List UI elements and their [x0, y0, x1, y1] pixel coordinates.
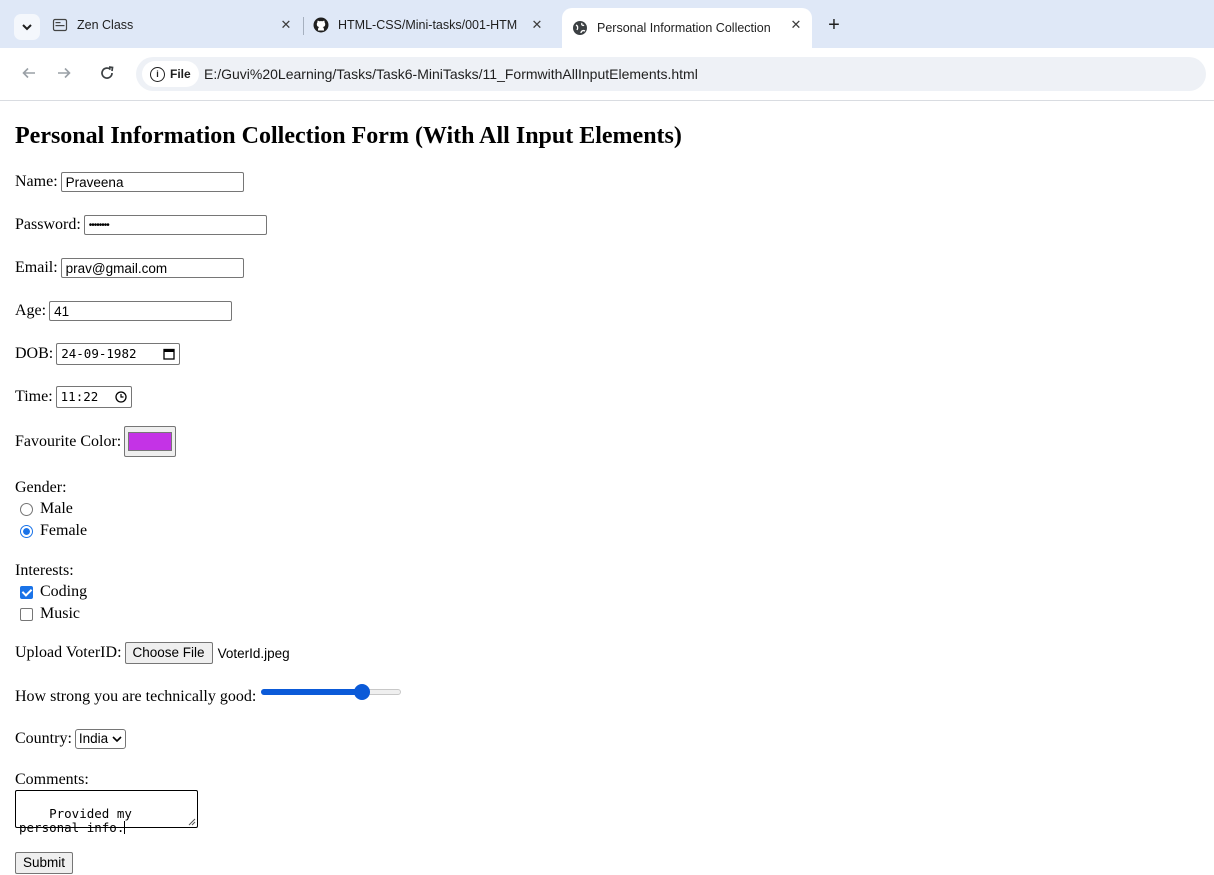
color-label: Favourite Color: [15, 432, 122, 450]
reload-button[interactable] [96, 62, 118, 84]
dob-label: DOB: [15, 345, 54, 362]
close-icon[interactable]: ✕ [278, 17, 294, 33]
upload-row: Upload VoterID: Choose File VoterId.jpeg [15, 642, 290, 664]
skill-slider[interactable] [261, 683, 402, 700]
chevron-down-icon [22, 24, 32, 31]
interest-option-coding[interactable]: Coding [20, 583, 87, 601]
female-label: Female [40, 522, 88, 539]
email-input[interactable]: prav@gmail.com [60, 258, 244, 278]
browser-tab-bar: Zen Class ✕ HTML-CSS/Mini-tasks/001-HTM … [0, 0, 1214, 48]
color-swatch [128, 432, 173, 451]
close-icon[interactable]: ✕ [529, 17, 545, 33]
name-label: Name: [15, 173, 58, 190]
skill-row: How strong you are technically good: [15, 684, 402, 706]
dob-value: 24-09-1982 [61, 346, 137, 361]
color-picker[interactable] [124, 426, 177, 457]
site-info-label: File [170, 67, 191, 81]
tab-label: HTML-CSS/Mini-tasks/001-HTM [338, 18, 518, 32]
globe-icon [573, 21, 587, 35]
forward-arrow-icon [58, 67, 71, 79]
calendar-icon[interactable] [163, 348, 175, 360]
skill-label: How strong you are technically good: [15, 688, 257, 705]
text-caret [124, 821, 126, 834]
comments-value: Provided my personal info. [19, 806, 140, 835]
comments-label: Comments: [15, 771, 89, 788]
gender-label-row: Gender: [15, 479, 67, 497]
tab-label: Zen Class [77, 18, 134, 32]
gender-label: Gender: [15, 479, 67, 496]
submit-row: Submit [15, 852, 74, 874]
dob-input[interactable]: 24-09-1982 [56, 343, 181, 365]
github-icon [313, 17, 329, 33]
forward-button[interactable] [53, 62, 75, 84]
age-input[interactable]: 41 [49, 301, 233, 321]
country-select[interactable]: India [74, 729, 127, 749]
slider-thumb[interactable] [354, 684, 371, 700]
age-row: Age: 41 [15, 301, 233, 321]
country-value: India [78, 731, 109, 746]
new-tab-button[interactable]: + [823, 15, 845, 37]
close-icon[interactable]: ✕ [788, 17, 804, 33]
slider-fill [261, 689, 363, 695]
time-row: Time: 11:22 [15, 386, 132, 408]
url-text[interactable]: E:/Guvi%20Learning/Tasks/Task6-MiniTasks… [204, 57, 698, 91]
chosen-file-name: VoterId.jpeg [217, 645, 290, 661]
password-label: Password: [15, 216, 81, 233]
age-label: Age: [15, 302, 47, 319]
browser-toolbar: i File E:/Guvi%20Learning/Tasks/Task6-Mi… [0, 48, 1214, 101]
chevron-down-icon [112, 736, 122, 743]
female-radio[interactable] [20, 524, 33, 538]
upload-label: Upload VoterID: [15, 644, 122, 661]
gender-option-male[interactable]: Male [20, 500, 73, 518]
tab-separator [303, 17, 304, 35]
country-row: Country: India [15, 729, 127, 749]
dob-row: DOB: 24-09-1982 [15, 343, 181, 365]
interest-option-music[interactable]: Music [20, 605, 80, 623]
comments-label-row: Comments: [15, 771, 89, 789]
coding-checkbox[interactable] [20, 585, 33, 599]
time-input[interactable]: 11:22 [55, 386, 132, 408]
tab-personal-info[interactable]: Personal Information Collection ✕ [562, 8, 812, 48]
male-radio[interactable] [20, 502, 33, 516]
music-checkbox[interactable] [20, 607, 33, 621]
music-label: Music [40, 605, 80, 622]
back-arrow-icon [22, 67, 35, 79]
tab-github[interactable]: HTML-CSS/Mini-tasks/001-HTM ✕ [313, 8, 553, 42]
page-title: Personal Information Collection Form (Wi… [15, 123, 682, 149]
zen-class-favicon [52, 18, 68, 32]
tab-label: Personal Information Collection [597, 21, 771, 35]
country-label: Country: [15, 730, 72, 747]
info-icon: i [150, 66, 165, 82]
address-bar[interactable]: i File E:/Guvi%20Learning/Tasks/Task6-Mi… [136, 57, 1206, 91]
email-row: Email: prav@gmail.com [15, 258, 244, 278]
choose-file-button[interactable]: Choose File [124, 642, 213, 664]
name-row: Name: Praveena [15, 172, 244, 192]
interests-label-row: Interests: [15, 562, 74, 580]
submit-button[interactable]: Submit [15, 852, 74, 874]
site-info-chip[interactable]: i File [142, 61, 199, 87]
password-row: Password: •••••••• [15, 215, 267, 235]
resize-handle-icon[interactable] [188, 818, 196, 826]
password-input[interactable]: •••••••• [83, 215, 267, 235]
clock-icon[interactable] [115, 391, 127, 403]
name-input[interactable]: Praveena [60, 172, 244, 192]
interests-label: Interests: [15, 562, 74, 579]
gender-option-female[interactable]: Female [20, 522, 87, 540]
time-label: Time: [15, 388, 53, 405]
tab-search-button[interactable] [14, 14, 40, 40]
male-label: Male [40, 500, 73, 517]
comments-textarea[interactable]: Provided my personal info. [15, 790, 198, 835]
back-button[interactable] [18, 62, 40, 84]
time-value: 11:22 [60, 389, 99, 404]
coding-label: Coding [40, 583, 88, 600]
tab-zen-class[interactable]: Zen Class ✕ [52, 8, 302, 42]
reload-icon [101, 66, 114, 79]
email-label: Email: [15, 259, 58, 276]
color-row: Favourite Color: [15, 426, 177, 457]
